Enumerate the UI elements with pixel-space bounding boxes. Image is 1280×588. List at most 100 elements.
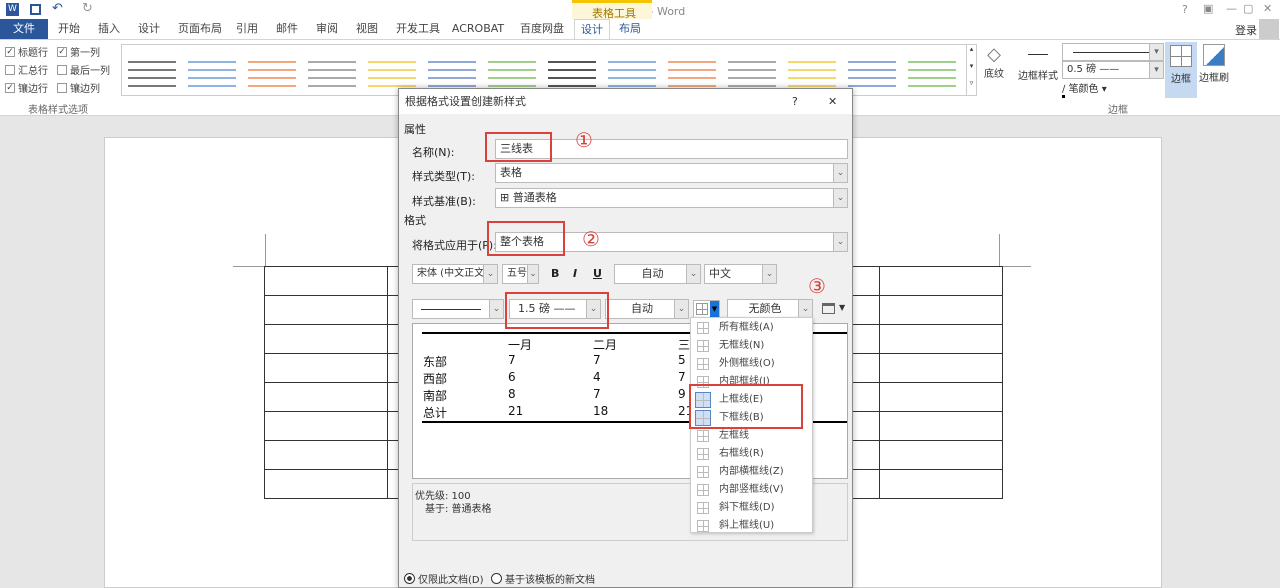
font-select[interactable]: 宋体 (中文正文) ⌄ xyxy=(412,264,498,284)
shading-color-select[interactable]: 无颜色 ⌄ xyxy=(727,299,813,319)
dialog-close-button[interactable]: ✕ xyxy=(828,89,837,114)
table-cell[interactable] xyxy=(264,440,388,470)
tab-table-design[interactable]: 设计 xyxy=(574,19,610,39)
tab-baidu[interactable]: 百度网盘 xyxy=(514,19,570,39)
table-cell[interactable] xyxy=(879,469,1003,499)
save-icon[interactable] xyxy=(30,4,41,15)
table-style-thumbnail[interactable] xyxy=(428,58,476,91)
table-style-thumbnail[interactable] xyxy=(548,58,596,91)
border-painter-button[interactable]: 边框刷 xyxy=(1198,44,1230,84)
option-last-column[interactable]: 最后一列 xyxy=(57,62,110,77)
table-cell[interactable] xyxy=(879,440,1003,470)
border-menu-item[interactable]: 内部横框线(Z) xyxy=(691,463,814,481)
table-style-thumbnail[interactable] xyxy=(908,58,956,91)
table-cell[interactable] xyxy=(264,324,388,354)
line-style-select[interactable]: ▾ xyxy=(1062,43,1164,61)
table-style-thumbnail[interactable] xyxy=(368,58,416,91)
border-menu-item[interactable]: 斜下框线(D) xyxy=(691,499,814,517)
checkbox[interactable] xyxy=(57,64,67,75)
option-header-row[interactable]: ✓ 标题行 xyxy=(5,44,48,59)
radio-selected[interactable] xyxy=(404,573,415,584)
table-cell[interactable] xyxy=(264,353,388,383)
borders-button[interactable]: 边框 xyxy=(1165,42,1197,98)
shading-icon[interactable] xyxy=(822,303,835,314)
tab-design[interactable]: 设计 xyxy=(132,19,166,39)
table-cell[interactable] xyxy=(264,295,388,325)
option-banded-columns[interactable]: 镶边列 xyxy=(57,80,100,95)
redo-icon[interactable]: ↻ xyxy=(82,1,93,16)
login-link[interactable]: 登录 xyxy=(1235,22,1257,38)
border-styles-button[interactable]: 边框样式 xyxy=(1016,54,1060,82)
checkbox[interactable]: ✓ xyxy=(5,82,15,93)
tab-view[interactable]: 视图 xyxy=(350,19,384,39)
tab-acrobat[interactable]: ACROBAT xyxy=(450,19,506,39)
font-size-select[interactable]: 五号 ⌄ xyxy=(502,264,539,284)
font-color-select[interactable]: 自动 ⌄ xyxy=(614,264,701,284)
radio-new-template[interactable]: 基于该模板的新文档 xyxy=(491,571,595,586)
tab-developer[interactable]: 开发工具 xyxy=(390,19,446,39)
tab-references[interactable]: 引用 xyxy=(232,19,262,39)
gallery-scroll-up[interactable]: ▴ xyxy=(966,45,976,62)
table-cell[interactable] xyxy=(879,411,1003,441)
tab-file[interactable]: 文件 xyxy=(0,19,48,39)
option-banded-rows[interactable]: ✓ 镶边行 xyxy=(5,80,48,95)
checkbox[interactable]: ✓ xyxy=(57,46,67,57)
table-cell[interactable] xyxy=(879,295,1003,325)
close-button[interactable]: ✕ xyxy=(1263,2,1272,15)
line-weight-select[interactable]: 0.5 磅 —— ▾ xyxy=(1062,61,1164,79)
border-menu-item[interactable]: 斜上框线(U) xyxy=(691,517,814,535)
style-type-select[interactable]: 表格 ⌄ xyxy=(495,163,848,183)
table-cell[interactable] xyxy=(264,266,388,296)
table-style-thumbnail[interactable] xyxy=(188,58,236,91)
tab-insert[interactable]: 插入 xyxy=(92,19,126,39)
based-on-select[interactable]: ⊞ 普通表格 ⌄ xyxy=(495,188,848,208)
border-menu-item[interactable]: 外侧框线(O) xyxy=(691,355,814,373)
gallery-scroll-down[interactable]: ▾ xyxy=(966,62,976,79)
ribbon-display-button[interactable]: ▣ xyxy=(1203,2,1213,15)
help-button[interactable]: ? xyxy=(1182,3,1188,16)
border-menu-item[interactable]: 左框线 xyxy=(691,427,814,445)
table-style-thumbnail[interactable] xyxy=(248,58,296,91)
table-style-thumbnail[interactable] xyxy=(608,58,656,91)
border-menu-item[interactable]: 无框线(N) xyxy=(691,337,814,355)
checkbox[interactable] xyxy=(57,82,67,93)
script-select[interactable]: 中文 ⌄ xyxy=(704,264,777,284)
table-style-thumbnail[interactable] xyxy=(308,58,356,91)
restore-button[interactable]: ▢ xyxy=(1243,2,1253,15)
line-style-select[interactable]: ⌄ xyxy=(412,299,504,319)
table-cell[interactable] xyxy=(879,324,1003,354)
table-style-thumbnail[interactable] xyxy=(788,58,836,91)
gallery-more[interactable]: ▿ xyxy=(966,79,976,96)
italic-button[interactable]: I xyxy=(573,267,577,280)
table-cell[interactable] xyxy=(879,266,1003,296)
pen-color-button[interactable]: ∕ 笔颜色 ▾ xyxy=(1062,80,1107,98)
minimize-button[interactable]: — xyxy=(1226,2,1237,15)
table-cell[interactable] xyxy=(264,411,388,441)
table-cell[interactable] xyxy=(264,469,388,499)
undo-icon[interactable]: ↶ xyxy=(52,1,63,16)
table-cell[interactable] xyxy=(264,382,388,412)
shading-button[interactable]: ◇ 底纹 xyxy=(980,44,1008,80)
tab-mailings[interactable]: 邮件 xyxy=(270,19,304,39)
table-style-thumbnail[interactable] xyxy=(848,58,896,91)
tab-layout[interactable]: 页面布局 xyxy=(172,19,228,39)
tab-table-layout[interactable]: 布局 xyxy=(612,19,648,39)
checkbox[interactable] xyxy=(5,64,15,75)
radio-this-document[interactable]: 仅限此文档(D) xyxy=(404,571,484,586)
table-style-thumbnail[interactable] xyxy=(728,58,776,91)
checkbox[interactable]: ✓ xyxy=(5,46,15,57)
line-color-select[interactable]: 自动 ⌄ xyxy=(605,299,689,319)
table-cell[interactable] xyxy=(879,382,1003,412)
tab-review[interactable]: 审阅 xyxy=(310,19,344,39)
border-menu-item[interactable]: 内部竖框线(V) xyxy=(691,481,814,499)
tab-home[interactable]: 开始 xyxy=(52,19,86,39)
chevron-down-icon[interactable]: ▼ xyxy=(839,303,845,312)
table-style-thumbnail[interactable] xyxy=(668,58,716,91)
bold-button[interactable]: B xyxy=(551,267,559,280)
radio-unselected[interactable] xyxy=(491,573,502,584)
table-style-thumbnail[interactable] xyxy=(488,58,536,91)
border-menu-item[interactable]: 右框线(R) xyxy=(691,445,814,463)
border-menu-item[interactable]: 所有框线(A) xyxy=(691,319,814,337)
underline-button[interactable]: U xyxy=(593,267,602,280)
border-dropdown-button[interactable]: ▼ xyxy=(693,300,720,318)
